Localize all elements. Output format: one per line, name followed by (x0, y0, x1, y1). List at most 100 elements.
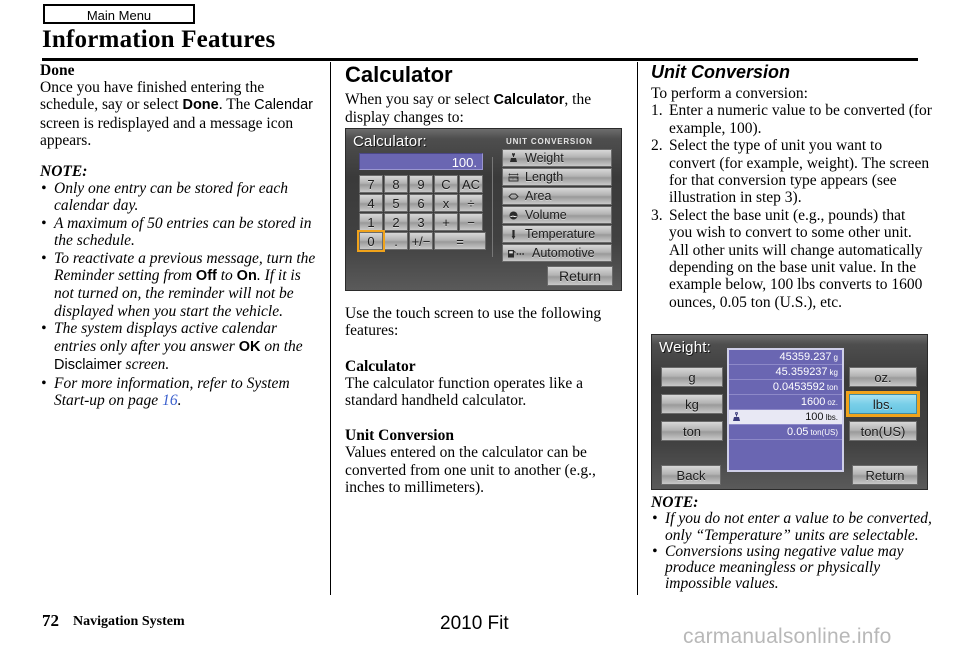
weight-unit-button-kg[interactable]: kg (661, 394, 723, 414)
conversion-row: 45359.237 g (729, 350, 842, 365)
list-item: A maximum of 50 entries can be stored in… (40, 215, 321, 250)
conversion-value: 1600 (800, 396, 826, 408)
note5-text-b: . (177, 391, 182, 409)
unit-button-automotive-label: Automotive (532, 245, 595, 260)
conversion-row: 1600 oz. (729, 395, 842, 410)
footer-page-number: 72 (42, 611, 59, 630)
list-item: For more information, refer to System St… (40, 375, 321, 410)
right-note-label: NOTE: (651, 494, 699, 511)
key-sign-toggle[interactable]: +/− (409, 232, 433, 250)
unit-button-area-label: Area (525, 188, 552, 203)
calculator-display-value: 100. (451, 155, 477, 170)
conversion-unit: g (833, 353, 838, 362)
calculator-screen-illustration: Calculator: UNIT CONVERSION 100. 7 8 9 C… (345, 128, 622, 291)
key-5[interactable]: 5 (384, 194, 408, 212)
column-divider-right (637, 62, 638, 595)
unit-button-area[interactable]: Area (502, 187, 612, 205)
right-column: Unit Conversion To perform a conversion:… (651, 62, 932, 311)
footer-book-title: Navigation System (73, 614, 185, 629)
list-item: Select the base unit (e.g., pounds) that… (651, 206, 923, 311)
key-8[interactable]: 8 (384, 175, 408, 193)
calculator-display: 100. (359, 153, 483, 170)
weight-unit-button-ton[interactable]: ton (661, 421, 723, 441)
off-term: Off (195, 268, 217, 285)
conversion-unit: ton (826, 383, 838, 392)
weight-unit-button-ton-us[interactable]: ton(US) (849, 421, 917, 441)
main-menu-tab-label: Main Menu (86, 8, 152, 23)
unit-button-volume[interactable]: Volume (502, 206, 612, 224)
weight-unit-button-oz[interactable]: oz. (849, 367, 917, 387)
unit-button-volume-label: Volume (525, 207, 567, 222)
calendar-term: Calendar (254, 97, 314, 114)
on-term: On (236, 268, 257, 285)
weight-unit-button-g[interactable]: g (661, 367, 723, 387)
weight-scale-icon (731, 411, 742, 423)
note3-text-b: to (216, 267, 237, 285)
diamond-icon (507, 190, 520, 203)
ok-term: OK (238, 338, 261, 355)
calculator-return-button[interactable]: Return (547, 266, 613, 286)
right-section-title: Unit Conversion (651, 62, 791, 82)
conversion-value: 100 (805, 411, 824, 423)
weight-back-button[interactable]: Back (661, 465, 721, 485)
key-all-clear[interactable]: AC (459, 175, 483, 193)
conversion-row: 45.359237 kg (729, 365, 842, 380)
unit-button-weight[interactable]: Weight (502, 149, 612, 167)
left-note-label: NOTE: (40, 162, 88, 180)
key-6[interactable]: 6 (409, 194, 433, 212)
key-7[interactable]: 7 (359, 175, 383, 193)
list-item: To reactivate a previous message, turn t… (40, 250, 321, 321)
conversion-row: 0.0453592 ton (729, 380, 842, 395)
right-section-intro: To perform a conversion: (651, 85, 808, 102)
key-decimal[interactable]: . (384, 232, 408, 250)
key-plus[interactable]: + (434, 213, 458, 231)
conversion-value: 0.05 (787, 426, 809, 438)
unit-button-automotive[interactable]: Automotive (502, 244, 612, 262)
conversion-value: 0.0453592 (772, 381, 825, 393)
beaker-icon (507, 209, 520, 222)
conversion-steps-list: Enter a numeric value to be converted (f… (651, 102, 932, 311)
mid-after-image-text: Use the touch screen to use the followin… (345, 304, 602, 340)
header-divider (42, 58, 918, 61)
weight-return-button[interactable]: Return (852, 465, 918, 485)
left-section-title: Done (40, 62, 75, 79)
key-1[interactable]: 1 (359, 213, 383, 231)
list-item: Select the type of unit you want to conv… (651, 137, 930, 207)
unit-button-length-label: Length (525, 169, 564, 184)
key-equals[interactable]: = (434, 232, 486, 250)
disclaimer-term: Disclaimer (54, 357, 122, 374)
mid-sub1-body: The calculator function operates like a … (345, 374, 583, 410)
unit-button-weight-label: Weight (525, 150, 564, 165)
unit-conversion-heading: UNIT CONVERSION (506, 137, 593, 146)
mid-section-intro: When you say or select Calculator, the d… (345, 91, 626, 127)
weight-conversion-screen-illustration: Weight: 45359.237 g 45.359237 kg 0.0453592… (651, 334, 928, 490)
key-clear[interactable]: C (434, 175, 458, 193)
unit-button-temperature[interactable]: Temperature (502, 225, 612, 243)
key-0[interactable]: 0 (357, 230, 385, 252)
key-multiply[interactable]: x (434, 194, 458, 212)
page-reference-link[interactable]: 16 (162, 392, 178, 409)
conversion-value: 45.359237 (775, 366, 828, 378)
list-item: Conversions using negative value may pro… (651, 543, 932, 593)
ruler-icon (507, 171, 520, 184)
key-9[interactable]: 9 (409, 175, 433, 193)
conversion-unit: kg (829, 368, 838, 377)
conversion-row-selected: 100 lbs. (729, 410, 842, 425)
left-body-part3: screen is redisplayed and a message icon… (40, 114, 294, 150)
main-menu-tab[interactable]: Main Menu (43, 4, 195, 24)
key-2[interactable]: 2 (384, 213, 408, 231)
key-divide[interactable]: ÷ (459, 194, 483, 212)
key-minus[interactable]: − (459, 213, 483, 231)
done-term: Done (182, 97, 219, 114)
calculator-panel-separator (492, 157, 493, 257)
right-note-block: NOTE: If you do not enter a value to be … (651, 494, 932, 592)
weight-unit-button-lbs[interactable]: lbs. (846, 391, 920, 417)
unit-button-length[interactable]: Length (502, 168, 612, 186)
left-body-part2: . The (218, 96, 255, 114)
key-4[interactable]: 4 (359, 194, 383, 212)
mid-section-title: Calculator (345, 62, 453, 87)
weight-screen-title: Weight: (659, 339, 711, 356)
key-3[interactable]: 3 (409, 213, 433, 231)
weight-scale-icon (507, 152, 520, 165)
mid-sub2-body: Values entered on the calculator can be … (345, 444, 596, 497)
